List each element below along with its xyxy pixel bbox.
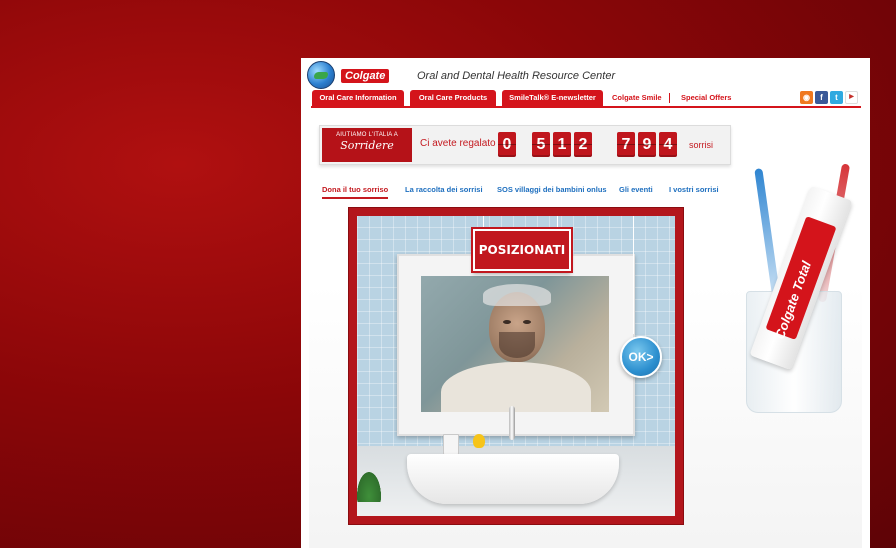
- counter-digit: 7: [617, 132, 635, 157]
- headband: [483, 284, 551, 306]
- webcam-preview: [421, 276, 609, 412]
- campaign-logo[interactable]: AIUTIAMO L'ITALIA A Sorridere: [322, 128, 412, 162]
- bathroom-scene: POSIZIONATI OK>: [357, 216, 675, 516]
- ok-string: [633, 216, 634, 334]
- plant-decoration: [357, 472, 381, 502]
- subnav-vostri-sorrisi[interactable]: I vostri sorrisi: [669, 185, 719, 195]
- sign-string: [557, 216, 558, 230]
- counter-label: Ci avete regalato: [420, 138, 496, 149]
- ok-button[interactable]: OK>: [620, 336, 662, 378]
- campaign-logo-line1: AIUTIAMO L'ITALIA A: [336, 132, 398, 138]
- youtube-icon[interactable]: ▶: [845, 91, 858, 104]
- nav-separator: [669, 93, 670, 103]
- tab-smiletalk-newsletter[interactable]: SmileTalk® E-newsletter: [502, 90, 603, 106]
- webcam-stage: POSIZIONATI OK>: [348, 207, 684, 525]
- globe-logo-icon[interactable]: [307, 61, 335, 89]
- subnav-raccolta-dei-sorrisi[interactable]: La raccolta dei sorrisi: [405, 185, 483, 195]
- tab-oral-care-products[interactable]: Oral Care Products: [410, 90, 496, 106]
- main-content: AIUTIAMO L'ITALIA A Sorridere Ci avete r…: [309, 108, 862, 548]
- colgate-page: Colgate Oral and Dental Health Resource …: [301, 58, 870, 548]
- site-title: Oral and Dental Health Resource Center: [417, 70, 616, 82]
- facebook-icon[interactable]: f: [815, 91, 828, 104]
- subnav-sos-villaggi[interactable]: SOS villaggi dei bambini onlus: [497, 185, 607, 195]
- brand-logo[interactable]: Colgate: [341, 69, 390, 83]
- counter-digit: 2: [574, 132, 592, 157]
- rss-icon[interactable]: ◉: [800, 91, 813, 104]
- sink: [407, 454, 619, 504]
- counter-digit: 4: [659, 132, 677, 157]
- subnav-dona-il-tuo-sorriso[interactable]: Dona il tuo sorriso: [322, 185, 389, 199]
- twitter-icon[interactable]: t: [830, 91, 843, 104]
- faucet: [509, 406, 515, 440]
- eye: [523, 320, 531, 324]
- tab-oral-care-information[interactable]: Oral Care Information: [312, 90, 404, 106]
- counter-digit: 9: [638, 132, 656, 157]
- nav-link-colgate-smile[interactable]: Colgate Smile: [612, 90, 662, 106]
- toothbrush-cup: [443, 434, 459, 456]
- rubber-duck-icon: [473, 434, 485, 448]
- mirror-frame: [397, 254, 635, 436]
- position-sign: POSIZIONATI: [473, 229, 571, 271]
- counter-digit: 0: [498, 132, 516, 157]
- counter-digit: 1: [553, 132, 571, 157]
- nav-link-special-offers[interactable]: Special Offers: [681, 90, 731, 106]
- campaign-logo-line2: Sorridere: [340, 139, 394, 152]
- smile-counter: AIUTIAMO L'ITALIA A Sorridere Ci avete r…: [319, 125, 731, 165]
- sign-string: [483, 216, 484, 230]
- counter-unit: sorrisi: [689, 140, 713, 150]
- person-body: [441, 362, 591, 412]
- subnav-gli-eventi[interactable]: Gli eventi: [619, 185, 653, 195]
- eye: [503, 320, 511, 324]
- beard: [499, 332, 535, 358]
- counter-digit: 5: [532, 132, 550, 157]
